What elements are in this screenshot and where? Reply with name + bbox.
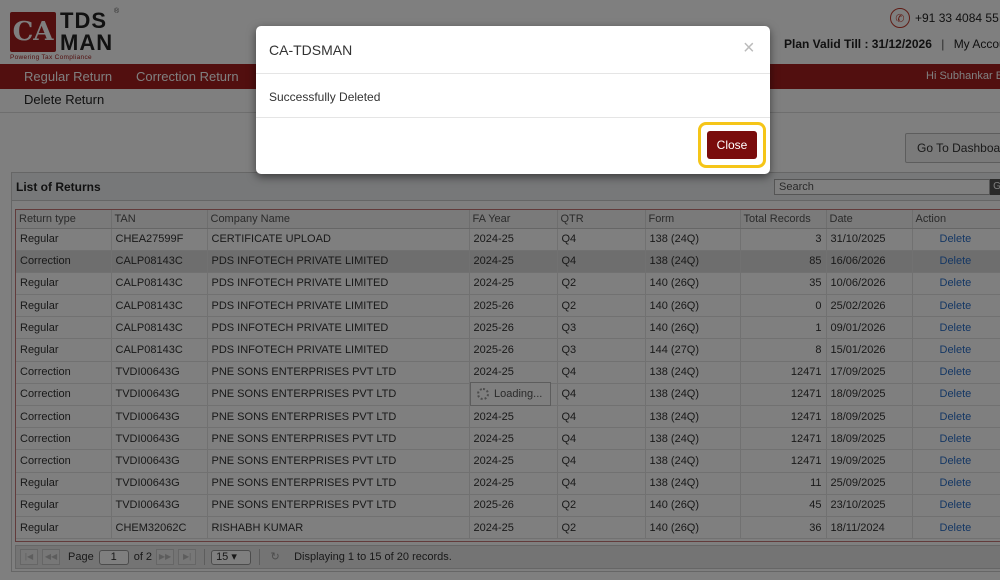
close-icon[interactable]: ×: [743, 38, 755, 58]
dialog-message: Successfully Deleted: [269, 90, 381, 104]
confirmation-dialog: CA-TDSMAN × Successfully Deleted Close: [256, 26, 770, 174]
close-button-highlight: Close: [698, 122, 766, 168]
close-button[interactable]: Close: [707, 131, 757, 159]
dialog-body: Successfully Deleted: [256, 74, 770, 118]
dialog-header: CA-TDSMAN ×: [256, 26, 770, 74]
dialog-title: CA-TDSMAN: [269, 42, 353, 58]
